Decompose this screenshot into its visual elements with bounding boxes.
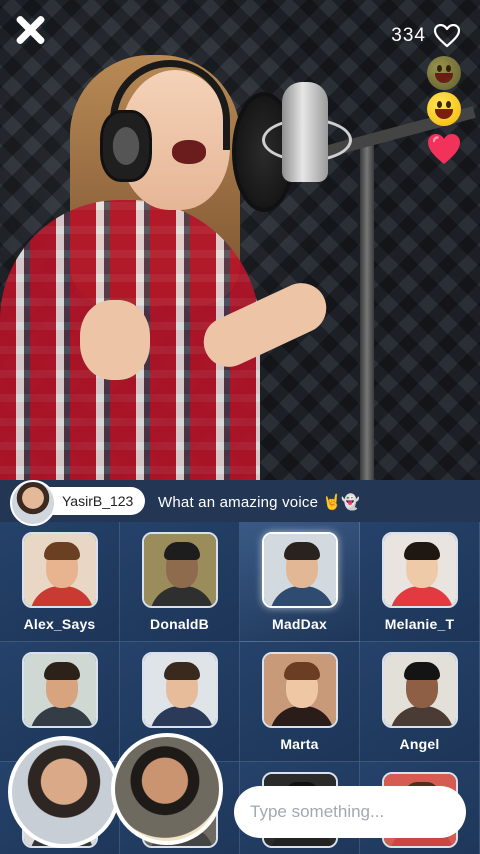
- participant-name: Melanie_T: [384, 616, 455, 632]
- grinning-emoji-icon: [427, 56, 461, 90]
- featured-participant-avatar[interactable]: [111, 733, 223, 845]
- participant-cell[interactable]: Angel: [360, 642, 480, 762]
- participant-cell[interactable]: Marta: [240, 642, 360, 762]
- reaction-stack: [424, 56, 464, 166]
- smiling-emoji-icon: [427, 92, 461, 126]
- participant-cell[interactable]: MadDax: [240, 522, 360, 642]
- heart-outline-icon[interactable]: [434, 24, 460, 48]
- participant-avatar[interactable]: [141, 532, 218, 608]
- headphones-icon: [100, 110, 152, 182]
- participant-avatar[interactable]: [381, 532, 458, 608]
- participant-name: Angel: [399, 736, 440, 752]
- participant-avatar[interactable]: [21, 652, 98, 728]
- participant-avatar[interactable]: [21, 532, 98, 608]
- comment-text: What an amazing voice 🤘👻: [158, 494, 361, 511]
- participant-avatar[interactable]: [141, 652, 218, 728]
- close-icon[interactable]: [14, 14, 46, 46]
- singer-hand: [80, 300, 150, 380]
- participant-cell[interactable]: Alex_Says: [0, 522, 120, 642]
- heart-icon: [428, 134, 460, 164]
- participant-avatar[interactable]: [261, 532, 338, 608]
- participant-cell[interactable]: Melanie_T: [360, 522, 480, 642]
- participant-name: Alex_Says: [23, 616, 96, 632]
- participant-avatar[interactable]: [381, 652, 458, 728]
- live-video-stage: 334: [0, 0, 480, 480]
- participant-name: DonaldB: [150, 616, 209, 632]
- participant-name: Marta: [280, 736, 319, 752]
- participant-name: MadDax: [272, 616, 327, 632]
- commenter-avatar[interactable]: [10, 480, 56, 526]
- mic-stand: [360, 140, 374, 480]
- microphone-icon: [282, 82, 328, 182]
- commenter-username: YasirB_123: [62, 493, 134, 509]
- comment-bar: YasirB_123 What an amazing voice 🤘👻: [0, 480, 480, 526]
- like-counter[interactable]: 334: [391, 24, 460, 48]
- participant-avatar[interactable]: [261, 652, 338, 728]
- chat-input[interactable]: [234, 786, 466, 838]
- like-count: 334: [391, 25, 426, 46]
- featured-participant-avatar[interactable]: [8, 736, 120, 848]
- participant-cell[interactable]: DonaldB: [120, 522, 240, 642]
